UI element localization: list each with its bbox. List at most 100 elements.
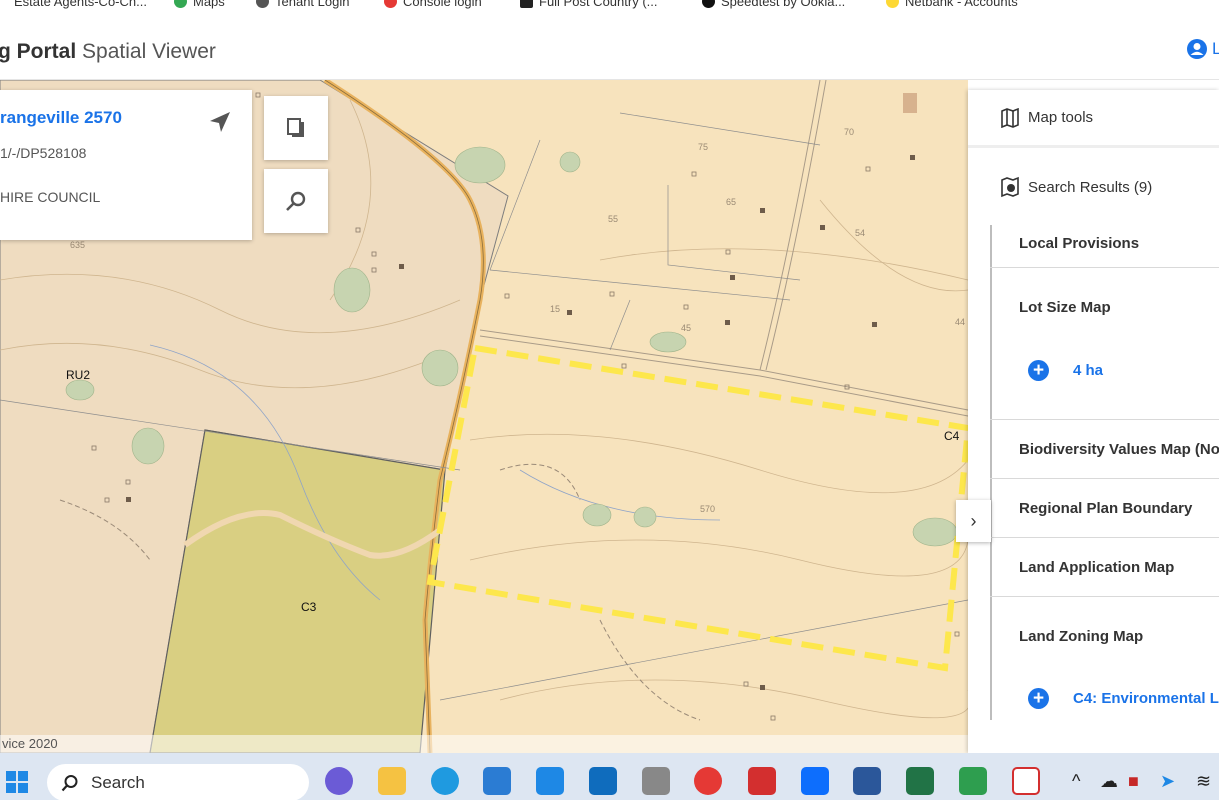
lot-size-value-label: 4 ha — [1073, 362, 1104, 379]
user-login-label: L — [1212, 39, 1219, 58]
speedtest-icon — [702, 0, 715, 8]
results-panel: Map tools Search Results (9) Local Provi… — [968, 90, 1219, 753]
lot-size-value[interactable]: +4 ha — [1028, 360, 1103, 381]
search-icon — [61, 774, 78, 791]
location-icon[interactable]: ➤ — [1160, 771, 1175, 792]
zoning-value[interactable]: + C4: Environmental Liv — [1028, 688, 1219, 709]
bookmark-speedtest[interactable]: Speedtest by Ookla... — [702, 0, 845, 9]
acrobat-icon[interactable] — [748, 767, 776, 795]
contour-label: 570 — [700, 504, 715, 514]
taskbar-search-placeholder: Search — [91, 772, 145, 792]
contour-label: 15 — [550, 304, 560, 314]
property-address[interactable]: rangeville 2570 — [0, 108, 122, 128]
search-results-header[interactable]: Search Results (9) — [968, 166, 1219, 208]
onedrive-icon[interactable]: ☁ — [1100, 771, 1118, 792]
zone-label-c3: C3 — [301, 600, 317, 614]
user-icon — [1187, 39, 1207, 59]
bookmarks-bar: Estate Agents-Co-Ch... Maps Tenant Login… — [0, 0, 1219, 14]
app-header: g Portal Spatial Viewer L — [0, 14, 1219, 80]
zone-label-ru2: RU2 — [66, 368, 90, 382]
copy-icon — [287, 118, 304, 137]
tenant-icon — [256, 0, 269, 8]
edge-icon[interactable] — [431, 767, 459, 795]
excel-icon[interactable] — [906, 767, 934, 795]
taskbar-search[interactable]: Search — [47, 764, 309, 800]
maps-icon — [174, 0, 187, 8]
bookmark-full-post[interactable]: Full Post Country (... — [520, 0, 657, 9]
zone-label-c4: C4 — [944, 429, 960, 443]
dropbox-icon[interactable] — [801, 767, 829, 795]
property-card: rangeville 2570 1/-/DP528108 HIRE COUNCI… — [0, 90, 252, 240]
wifi-icon[interactable]: ≋ — [1196, 771, 1211, 792]
result-land-zoning-map[interactable]: Land Zoning Map — [990, 597, 1219, 753]
snipping-tool-icon[interactable] — [1012, 767, 1040, 795]
zoom-to-button[interactable] — [264, 169, 328, 233]
word-icon[interactable] — [853, 767, 881, 795]
bookmark-label: Full Post Country (... — [539, 0, 658, 9]
chrome-icon[interactable] — [694, 767, 722, 795]
contour-label: 44 — [955, 317, 965, 327]
bookmark-label: Tenant Login — [275, 0, 350, 9]
money-app-icon[interactable] — [959, 767, 987, 795]
plus-icon: + — [1028, 360, 1049, 381]
console-icon — [384, 0, 397, 8]
user-login-button[interactable]: L — [1186, 38, 1219, 60]
post-icon — [520, 0, 533, 8]
chevron-up-icon[interactable]: ^ — [1072, 771, 1080, 792]
map-tools-header[interactable]: Map tools — [968, 90, 1219, 148]
map-attribution: vice 2020 — [0, 735, 968, 753]
contour-label: 70 — [844, 127, 854, 137]
result-label: Biodiversity Values Map (Non- — [1019, 440, 1219, 458]
map-icon — [1001, 107, 1019, 128]
bookmark-label: Speedtest by Ookla... — [721, 0, 846, 9]
result-label: Local Provisions — [1019, 235, 1140, 252]
search-results-label: Search Results (9) — [1028, 178, 1153, 196]
result-regional-plan-boundary[interactable]: Regional Plan Boundary — [990, 479, 1219, 538]
bookmark-maps[interactable]: Maps — [174, 0, 225, 9]
taskbar: Search ^ ☁ ■ ➤ ≋ — [0, 753, 1219, 800]
result-label: Land Application Map — [1019, 558, 1175, 576]
contour-label: 54 — [855, 228, 865, 238]
bookmark-label: Estate Agents-Co-Ch... — [14, 0, 147, 9]
bookmark-label: Maps — [193, 0, 225, 9]
result-label: Land Zoning Map — [1019, 628, 1144, 645]
calendar-icon[interactable] — [536, 767, 564, 795]
bookmark-netbank[interactable]: Netbank - Accounts — [886, 0, 1018, 9]
contour-label: 55 — [608, 214, 618, 224]
windows-start-icon[interactable] — [5, 770, 29, 794]
collapse-panel-button[interactable]: › — [956, 500, 991, 542]
contour-label: 75 — [698, 142, 708, 152]
file-explorer-icon[interactable] — [378, 767, 406, 795]
result-lot-size-map[interactable]: Lot Size Map — [990, 268, 1219, 420]
calculator-icon[interactable] — [642, 767, 670, 795]
bookmark-label: Console login — [403, 0, 482, 9]
result-label: Regional Plan Boundary — [1019, 499, 1193, 517]
contour-label: 635 — [70, 240, 85, 250]
contour-label: 65 — [726, 197, 736, 207]
search-results-icon — [1001, 176, 1019, 198]
plus-icon: + — [1028, 688, 1049, 709]
map-tools-label: Map tools — [1028, 109, 1094, 126]
property-lot: 1/-/DP528108 — [0, 145, 87, 161]
navigate-icon[interactable] — [208, 110, 232, 134]
result-local-provisions[interactable]: Local Provisions — [990, 220, 1219, 268]
app-title-bold: g Portal — [0, 40, 77, 63]
outlook-icon[interactable] — [589, 767, 617, 795]
zoning-value-label: C4: Environmental Liv — [1073, 690, 1219, 707]
store-icon[interactable] — [483, 767, 511, 795]
property-council: HIRE COUNCIL — [0, 189, 101, 205]
result-biodiversity-values[interactable]: Biodiversity Values Map (Non- — [990, 420, 1219, 479]
copy-button[interactable] — [264, 96, 328, 160]
netbank-icon — [886, 0, 899, 8]
bookmark-label: Netbank - Accounts — [905, 0, 1018, 9]
result-land-application-map[interactable]: Land Application Map — [990, 538, 1219, 597]
chat-icon[interactable] — [325, 767, 353, 795]
bookmark-estate-agents[interactable]: Estate Agents-Co-Ch... — [14, 0, 147, 9]
briefcase-icon[interactable]: ■ — [1128, 771, 1139, 792]
bookmark-console-login[interactable]: Console login — [384, 0, 482, 9]
result-label: Lot Size Map — [1019, 299, 1111, 316]
contour-label: 45 — [681, 323, 691, 333]
bookmark-tenant-login[interactable]: Tenant Login — [256, 0, 349, 9]
app-title-light: Spatial Viewer — [82, 40, 216, 63]
zoom-icon — [286, 191, 306, 211]
